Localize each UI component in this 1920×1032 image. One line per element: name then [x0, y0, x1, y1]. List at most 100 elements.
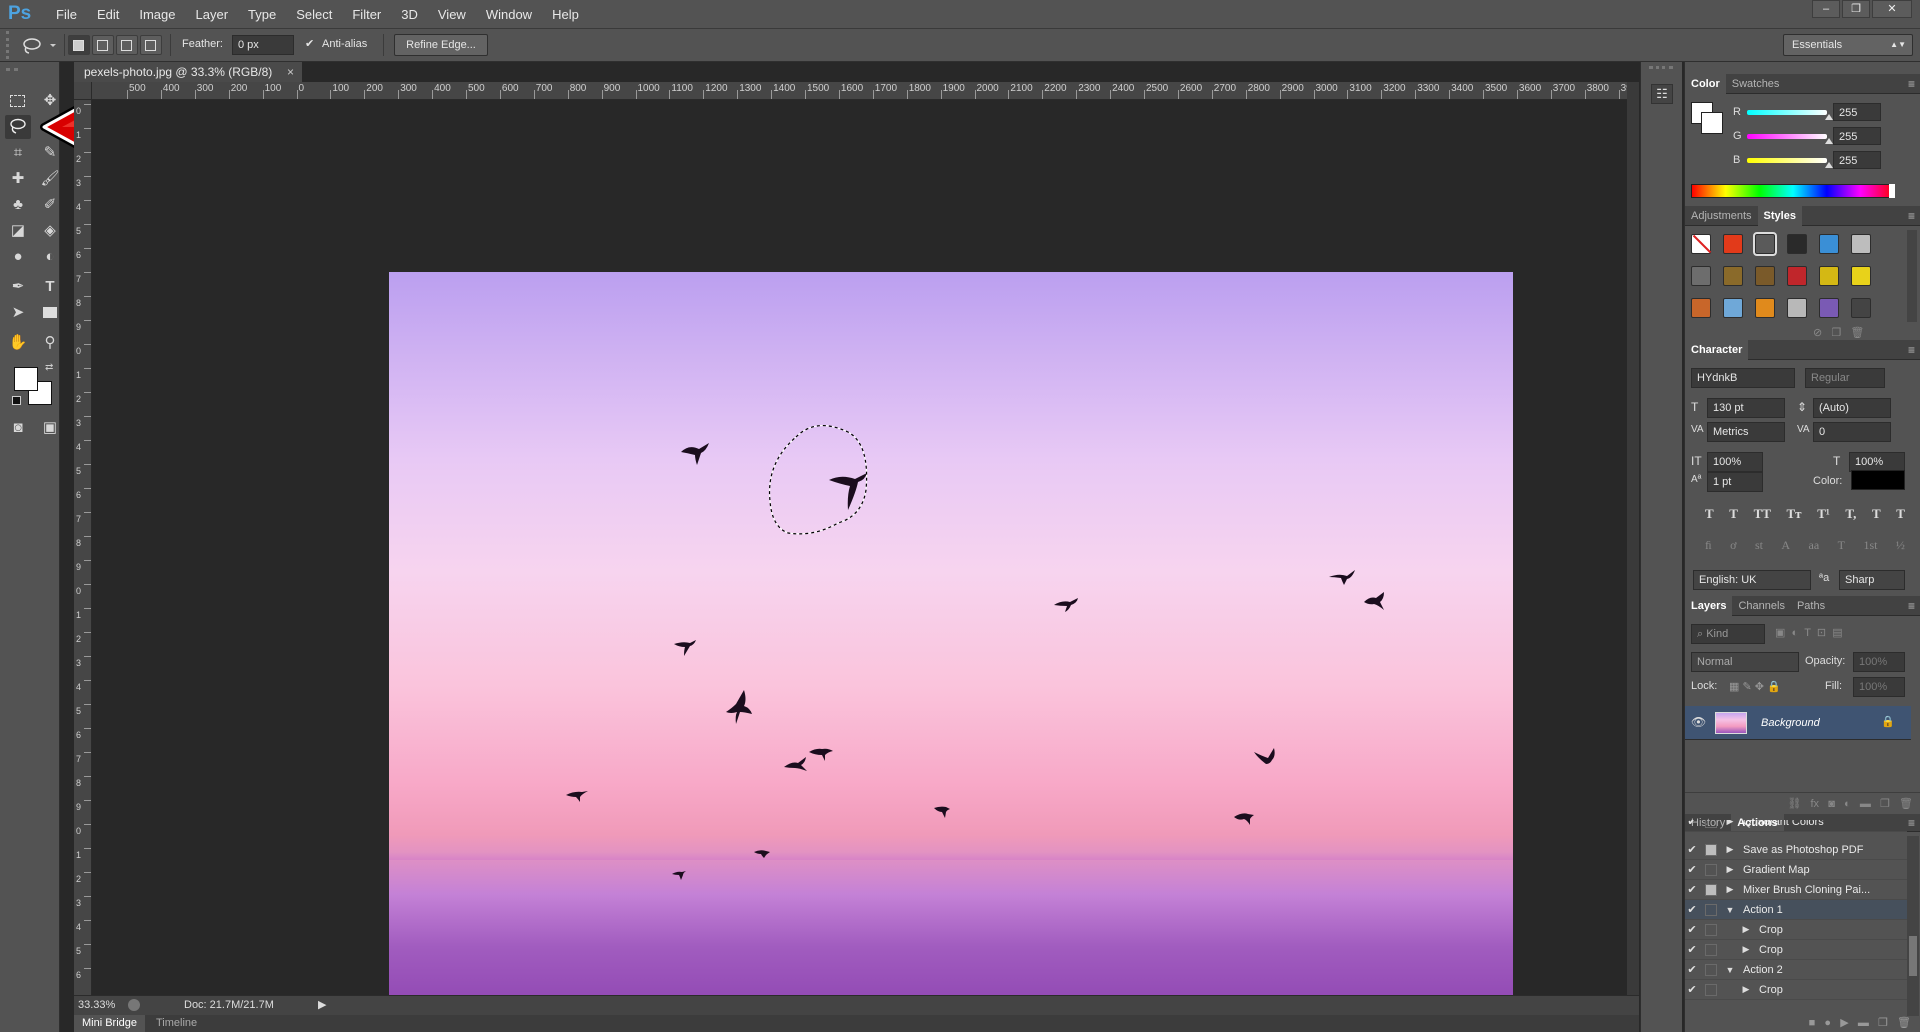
type-style-button[interactable]: T [1872, 506, 1881, 524]
tab-timeline[interactable]: Timeline [156, 1015, 197, 1032]
styles-scrollbar[interactable] [1907, 230, 1917, 322]
expand-icon[interactable]: ▼ [1723, 905, 1737, 915]
text-color-swatch[interactable] [1851, 470, 1905, 490]
refine-edge-button[interactable]: Refine Edge... [394, 34, 488, 56]
style-swatch[interactable] [1787, 234, 1807, 254]
dialog-toggle[interactable] [1705, 903, 1717, 916]
channel-value-g[interactable]: 255 [1833, 127, 1881, 145]
type-style-button[interactable]: T [1705, 506, 1714, 524]
menu-window[interactable]: Window [476, 7, 542, 22]
style-swatch[interactable] [1851, 298, 1871, 318]
antialias-select[interactable]: Sharp [1839, 570, 1905, 590]
tab-swatches[interactable]: Swatches [1726, 74, 1786, 94]
screen-mode-icon[interactable]: ▣ [37, 416, 63, 440]
action-row[interactable]: ✔ ▶ Crop [1685, 920, 1907, 940]
rectangle-tool-icon[interactable] [37, 301, 63, 325]
zoom-level[interactable]: 33.33% [78, 999, 115, 1011]
marquee-tool-icon[interactable] [5, 89, 31, 113]
tab-layers[interactable]: Layers [1685, 595, 1733, 616]
check-icon[interactable]: ✔ [1685, 863, 1699, 876]
subtract-selection-button[interactable] [116, 35, 138, 55]
action-row[interactable]: ✔ ▼ Action 1 [1685, 900, 1907, 920]
properties-icon[interactable]: ☷ [1651, 84, 1673, 104]
vertical-scrollbar[interactable] [1627, 82, 1639, 995]
action-row[interactable]: ✔ ▼ Action 2 [1685, 960, 1907, 980]
crop-tool-icon[interactable]: ⌗ [5, 141, 31, 165]
clone-stamp-icon[interactable]: ♣ [5, 193, 31, 217]
channel-slider-b[interactable] [1747, 158, 1827, 163]
action-row[interactable]: ✔ ▶ Crop [1685, 980, 1907, 1000]
tab-channels[interactable]: Channels [1732, 596, 1790, 616]
dialog-toggle[interactable] [1705, 843, 1717, 856]
opentype-button[interactable]: ﬁ [1705, 538, 1712, 556]
opentype-button[interactable]: ½ [1896, 538, 1905, 556]
panel-menu-icon[interactable]: ≡ [1908, 343, 1915, 357]
menu-type[interactable]: Type [238, 7, 286, 22]
share-icon[interactable] [128, 999, 140, 1011]
history-brush-icon[interactable]: ✐ [37, 193, 63, 217]
opacity-input[interactable]: 100% [1853, 652, 1905, 672]
expand-icon[interactable]: ▶ [1723, 844, 1737, 855]
leading-input[interactable]: (Auto) [1813, 398, 1891, 418]
slider-thumb[interactable] [1825, 138, 1833, 144]
panel-menu-icon[interactable]: ≡ [1908, 599, 1915, 613]
eye-icon[interactable]: 👁 [1691, 715, 1706, 729]
workspace-switcher[interactable]: Essentials ▲▼ [1783, 34, 1913, 56]
type-style-button[interactable]: T [1729, 506, 1738, 524]
style-swatch[interactable] [1819, 298, 1839, 318]
check-icon[interactable]: ✔ [1685, 963, 1699, 976]
style-swatch[interactable] [1723, 234, 1743, 254]
check-icon[interactable]: ✔ [1685, 843, 1699, 856]
tab-mini-bridge[interactable]: Mini Bridge [74, 1015, 146, 1032]
new-selection-button[interactable] [68, 35, 90, 55]
check-icon[interactable]: ✔ [1685, 923, 1699, 936]
menu-layer[interactable]: Layer [186, 7, 239, 22]
panel-menu-icon[interactable]: ≡ [1908, 77, 1915, 91]
menu-help[interactable]: Help [542, 7, 589, 22]
horizontal-scale-input[interactable]: 100% [1849, 452, 1905, 472]
action-row[interactable]: ✔ ▶ Crop [1685, 940, 1907, 960]
menu-filter[interactable]: Filter [342, 7, 391, 22]
lock-icons[interactable]: ▦ ✎ ✥ 🔒 [1729, 680, 1781, 693]
color-spectrum-bar[interactable] [1691, 184, 1895, 198]
action-row[interactable]: ✔ ▶ Mixer Brush Cloning Pai... [1685, 880, 1907, 900]
kerning-select[interactable]: Metrics [1707, 422, 1785, 442]
type-style-button[interactable]: T¹ [1817, 506, 1830, 524]
font-size-input[interactable]: 130 pt [1707, 398, 1785, 418]
dialog-toggle[interactable] [1705, 983, 1717, 996]
style-swatch[interactable] [1691, 298, 1711, 318]
close-tab-icon[interactable]: × [287, 62, 294, 82]
expand-icon[interactable]: ▶ [1723, 820, 1737, 827]
menu-edit[interactable]: Edit [87, 7, 129, 22]
vertical-scale-input[interactable]: 100% [1707, 452, 1763, 472]
type-style-button[interactable]: TT [1754, 506, 1771, 524]
check-icon[interactable]: ✔ [1685, 883, 1699, 896]
font-style-select[interactable]: Regular [1805, 368, 1885, 388]
default-colors-icon[interactable] [12, 396, 21, 405]
menu-image[interactable]: Image [129, 7, 185, 22]
hand-tool-icon[interactable]: ✋ [5, 331, 31, 355]
language-select[interactable]: English: UK [1693, 570, 1811, 590]
slider-thumb[interactable] [1825, 162, 1833, 168]
opentype-button[interactable]: 1st [1863, 538, 1877, 556]
style-swatch[interactable] [1723, 298, 1743, 318]
panel-menu-icon[interactable]: ≡ [1908, 816, 1915, 830]
type-style-button[interactable]: T, [1845, 506, 1856, 524]
style-swatch[interactable] [1723, 266, 1743, 286]
menu-select[interactable]: Select [286, 7, 342, 22]
baseline-shift-input[interactable]: 1 pt [1707, 472, 1763, 492]
style-swatch[interactable] [1819, 234, 1839, 254]
fill-input[interactable]: 100% [1853, 677, 1905, 697]
bg-color-chip[interactable] [1701, 112, 1723, 134]
channel-slider-r[interactable] [1747, 110, 1827, 115]
photo-canvas[interactable] [389, 272, 1513, 1022]
path-selection-icon[interactable]: ➤ [5, 301, 31, 325]
style-swatch[interactable] [1755, 266, 1775, 286]
quick-mask-icon[interactable]: ◙ [5, 416, 31, 440]
intersect-selection-button[interactable] [140, 35, 162, 55]
dialog-toggle[interactable] [1705, 883, 1717, 896]
style-swatch[interactable] [1819, 266, 1839, 286]
lasso-tool-icon[interactable] [5, 115, 31, 139]
close-button[interactable]: ✕ [1872, 0, 1912, 18]
tab-styles[interactable]: Styles [1757, 205, 1802, 226]
